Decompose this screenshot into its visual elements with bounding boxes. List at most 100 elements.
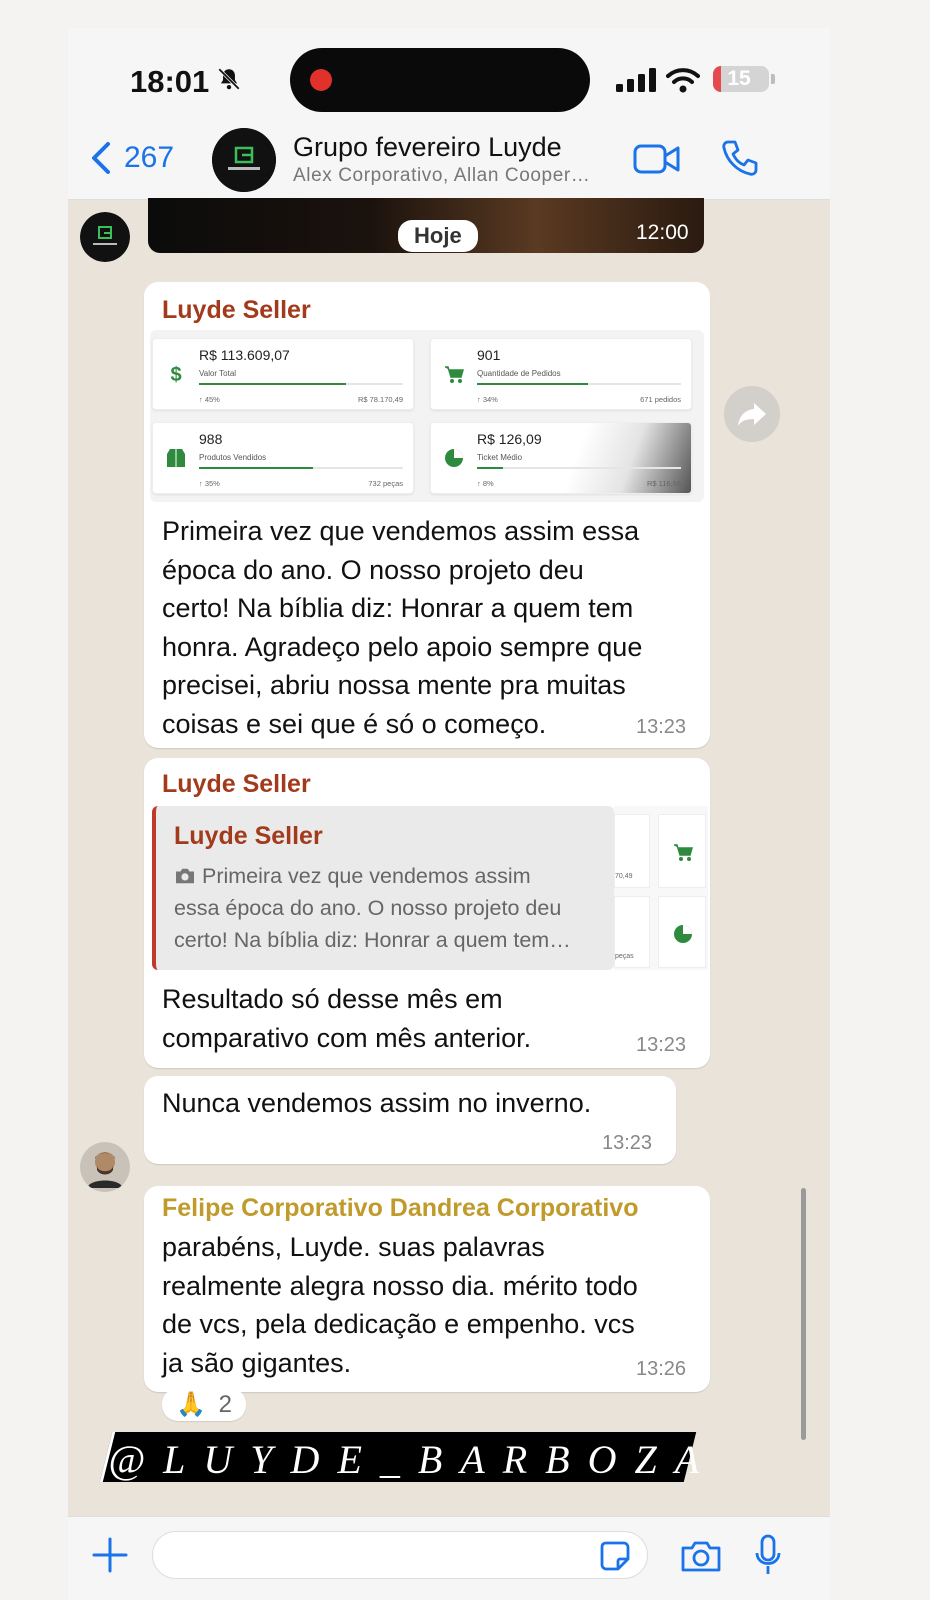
chat-members: Alex Corporativo, Allan Cooper… (293, 165, 591, 186)
metric-progress (199, 383, 403, 385)
metric-label: Ticket Médio (477, 453, 523, 462)
message-line: comparativo com mês anterior. (162, 1022, 532, 1053)
metric-value: R$ 126,09 (477, 431, 542, 447)
message-line: honra. Agradeço pelo apoio sempre que (162, 631, 643, 662)
message-line: realmente alegra nosso dia. mérito todo (162, 1270, 638, 1301)
chevron-left-icon (92, 142, 110, 174)
metric-card: 988 Produtos Vendidos ↑ 35% 732 peças (152, 422, 414, 494)
message-sender: Luyde Seller (162, 770, 311, 798)
battery-percentage: 15 (727, 67, 751, 90)
watermark-text: @LUYDE_BARBOZA (108, 1437, 718, 1482)
phone-call-icon[interactable] (720, 138, 760, 178)
message-line: época do ano. O nosso projeto deu (162, 554, 584, 585)
sender-avatar-luyde-seller[interactable] (80, 212, 130, 262)
back-button[interactable]: 267 (88, 140, 174, 176)
metric-card: R$ 126,09 Ticket Médio ↑ 8% R$ 116,56 (430, 422, 692, 494)
cart-icon (445, 366, 464, 383)
message-text: Resultado só desse mês em comparativo co… (162, 980, 531, 1057)
thumb-card (658, 814, 706, 888)
plus-icon[interactable] (90, 1535, 130, 1575)
message-text: Primeira vez que vendemos assim essa épo… (162, 512, 642, 743)
metric-progress (477, 383, 681, 385)
battery-indicator: 15 (713, 66, 769, 92)
message-reaction[interactable]: 🙏 2 (162, 1388, 246, 1421)
box-icon (167, 449, 185, 467)
unread-count: 267 (124, 141, 175, 174)
quoted-line: essa época do ano. O nosso projeto deu (174, 896, 562, 920)
metric-label: Quantidade de Pedidos (477, 369, 561, 378)
dynamic-island (290, 48, 590, 112)
thumb-card (658, 896, 706, 968)
metric-progress (199, 467, 403, 469)
metric-value: 988 (199, 431, 223, 447)
pie-icon (445, 449, 463, 467)
dashboard-image[interactable]: $ R$ 113.609,07 Valor Total ↑ 45% R$ 78.… (150, 330, 704, 502)
video-call-icon[interactable] (633, 142, 681, 176)
metric-previous: R$ 78.170,49 (357, 395, 403, 404)
metric-growth: ↑ 8% (477, 479, 494, 488)
message-line: coisas e sei que é só o começo. (162, 708, 547, 739)
message-bubble[interactable]: Felipe Corporativo Dandrea Corporativo p… (144, 1186, 710, 1392)
sender-avatar-man[interactable] (80, 1142, 130, 1192)
message-bubble[interactable]: Luyde Seller $ R$ 113.609,07 Valor Total… (144, 282, 710, 748)
message-bubble[interactable]: Luyde Seller Luyde Seller Primeira vez q… (144, 758, 710, 1068)
cart-icon (674, 844, 693, 861)
date-chip: Hoje (398, 220, 478, 252)
message-line: precisei, abriu nossa mente pra muitas (162, 670, 626, 700)
metric-card: $ R$ 113.609,07 Valor Total ↑ 45% R$ 78.… (152, 338, 414, 410)
message-input[interactable] (152, 1531, 648, 1579)
thumb-card: peças (614, 896, 650, 968)
chat-title[interactable]: Grupo fevereiro Luyde (293, 132, 562, 163)
dollar-icon: $ (170, 364, 181, 385)
message-text: parabéns, Luyde. suas palavras realmente… (162, 1228, 638, 1382)
bell-muted-icon (218, 68, 240, 90)
metric-previous: R$ 116,56 (646, 479, 681, 488)
pie-icon (674, 925, 692, 943)
metric-value: 901 (477, 347, 501, 363)
metric-card: 901 Quantidade de Pedidos ↑ 34% 671 pedi… (430, 338, 692, 410)
message-line: Resultado só desse mês em (162, 984, 503, 1014)
message-sender: Luyde Seller (162, 296, 311, 324)
quoted-text: Primeira vez que vendemos assim essa épo… (174, 860, 571, 956)
message-time: 13:23 (602, 1132, 653, 1154)
cellular-signal-icon (616, 68, 656, 92)
message-sender: Felipe Corporativo Dandrea Corporativo (162, 1194, 639, 1222)
message-time: 13:26 (636, 1358, 687, 1380)
scrollbar[interactable] (801, 1188, 806, 1440)
message-line: de vcs, pela dedicação e empenho. vcs (162, 1309, 635, 1339)
message-line: Primeira vez que vendemos assim essa (162, 516, 640, 546)
message-text: Nunca vendemos assim no inverno. (162, 1088, 592, 1118)
metric-growth: ↑ 45% (199, 395, 220, 404)
chat-header: 267 Grupo fevereiro Luyde Alex Corporati… (68, 128, 830, 200)
metric-progress (477, 467, 681, 469)
metric-previous: 732 peças (368, 479, 403, 488)
phone-screen: 18:01 15 267 Grupo fevereiro Luyde Alex … (68, 28, 830, 1600)
status-time: 18:01 (130, 64, 210, 99)
camera-small-icon (176, 868, 194, 884)
battery-tip (771, 74, 775, 84)
forward-button[interactable] (724, 386, 780, 442)
metric-growth: ↑ 34% (477, 395, 498, 404)
quoted-sender: Luyde Seller (174, 822, 323, 850)
screenshot-stage: 18:01 15 267 Grupo fevereiro Luyde Alex … (0, 0, 930, 1600)
message-line: parabéns, Luyde. suas palavras (162, 1232, 545, 1262)
pray-emoji: 🙏 (176, 1391, 206, 1418)
watermark-banner: @LUYDE_BARBOZA (99, 1432, 718, 1482)
message-input-bar (68, 1516, 830, 1600)
message-line: certo! Na bíblia diz: Honrar a quem tem (162, 593, 634, 623)
camera-icon[interactable] (680, 1539, 722, 1573)
thumb-compare: 70,49 (615, 873, 633, 880)
metric-label: Valor Total (199, 369, 237, 378)
group-avatar[interactable] (212, 128, 276, 192)
message-line: ja são gigantes. (162, 1347, 352, 1378)
sticker-icon[interactable] (598, 1539, 632, 1573)
quoted-image-thumbnail: 70,49 peças (614, 806, 708, 970)
metric-value: R$ 113.609,07 (199, 347, 290, 363)
reaction-count: 2 (218, 1391, 232, 1418)
quoted-message[interactable]: Luyde Seller Primeira vez que vendemos a… (152, 806, 614, 970)
metric-label: Produtos Vendidos (199, 453, 267, 462)
thumb-compare: peças (615, 953, 634, 960)
microphone-icon[interactable] (753, 1533, 783, 1577)
thumb-card: 70,49 (614, 814, 650, 888)
message-bubble[interactable]: Nunca vendemos assim no inverno. 13:23 (144, 1076, 676, 1164)
